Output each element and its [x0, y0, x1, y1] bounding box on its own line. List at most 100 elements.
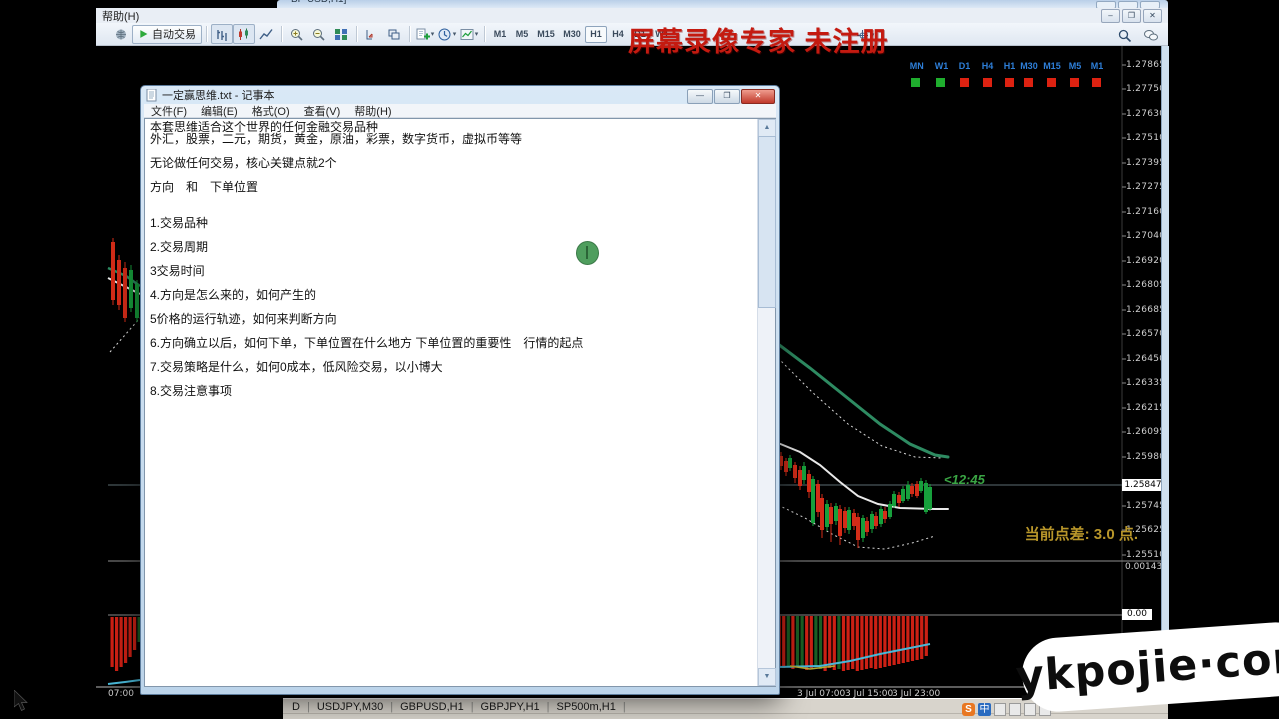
- price-label: 1.26570: [1126, 329, 1165, 339]
- price-label: 1.26095: [1126, 427, 1165, 437]
- chart-tab-usdjpy-m30[interactable]: USDJPY,M30: [310, 701, 390, 713]
- mt4-titlebar[interactable]: BP USD,H1]: [277, 0, 1168, 8]
- price-label: 1.27865: [1126, 60, 1165, 70]
- notepad-window: 一定赢思维.txt - 记事本 — ❐ ✕ 文件(F)编辑(E)格式(O)查看(…: [140, 85, 780, 695]
- line-chart-icon[interactable]: [255, 24, 277, 44]
- tile-windows-icon[interactable]: [330, 24, 352, 44]
- ime-sogou-icon[interactable]: S: [962, 703, 975, 716]
- new-order-icon[interactable]: ▾: [414, 24, 436, 44]
- timeframe-state-dot[interactable]: [1047, 78, 1056, 87]
- toolbar-timeframe-m5[interactable]: M5: [511, 26, 533, 43]
- timeframe-state-dot[interactable]: [1070, 78, 1079, 87]
- price-label: 1.27395: [1126, 158, 1165, 168]
- templates-icon[interactable]: ▾: [458, 24, 480, 44]
- toolbar-timeframe-m15[interactable]: M15: [533, 26, 559, 43]
- timeframe-state-dot[interactable]: [1024, 78, 1033, 87]
- price-label: 1.26450: [1126, 354, 1165, 364]
- restore-window-icon[interactable]: [1118, 1, 1138, 8]
- child-close-icon[interactable]: ✕: [1143, 9, 1162, 23]
- notepad-title-text: 一定赢思维.txt - 记事本: [162, 87, 274, 103]
- ime-language-icon[interactable]: 中: [978, 703, 991, 716]
- mt4-title-text: BP USD,H1]: [291, 0, 346, 5]
- panel-timeframe-d1[interactable]: D1: [959, 61, 971, 71]
- panel-timeframe-h1[interactable]: H1: [1004, 61, 1016, 71]
- scroll-up-icon[interactable]: ▲: [758, 119, 776, 137]
- notepad-menu-item[interactable]: 文件(F): [144, 103, 194, 119]
- ime-tool-icon[interactable]: [1009, 703, 1021, 716]
- ime-tool-icon[interactable]: [994, 703, 1006, 716]
- recorder-watermark: 屏幕录像专家 未注册: [628, 20, 889, 59]
- chat-icon[interactable]: [1140, 25, 1162, 45]
- price-label: 1.25980: [1126, 452, 1165, 462]
- timeframe-state-dot[interactable]: [911, 78, 920, 87]
- notepad-window-controls: — ❐ ✕: [687, 89, 775, 104]
- timeframe-state-dot[interactable]: [1092, 78, 1101, 87]
- timeframe-state-dot[interactable]: [936, 78, 945, 87]
- price-label: 1.27160: [1126, 207, 1165, 217]
- ime-tool-icon[interactable]: [1024, 703, 1036, 716]
- panel-timeframe-m30[interactable]: M30: [1020, 61, 1038, 71]
- minimize-window-icon[interactable]: [1096, 1, 1116, 8]
- play-icon: [138, 28, 149, 40]
- zoom-in-icon[interactable]: [286, 24, 308, 44]
- notepad-minimize-icon[interactable]: —: [687, 89, 713, 104]
- toolbar-timeframe-m1[interactable]: M1: [489, 26, 511, 43]
- child-restore-icon[interactable]: ❐: [1122, 9, 1141, 23]
- notepad-line: 8.交易注意事项: [150, 385, 756, 397]
- notepad-menu-item[interactable]: 格式(O): [245, 103, 297, 119]
- notepad-menu-item[interactable]: 查看(V): [297, 103, 348, 119]
- notepad-menu-item[interactable]: 编辑(E): [194, 103, 245, 119]
- close-window-icon[interactable]: [1140, 1, 1160, 8]
- notepad-line: 4.方向是怎么来的，如何产生的: [150, 289, 756, 301]
- notepad-scrollbar[interactable]: ▲ ▼: [757, 119, 775, 686]
- notepad-text-area[interactable]: 本套思维适合这个世界的任何金融交易品种外汇，股票，二元，期货，黄金，原油，彩票，…: [144, 118, 776, 687]
- notepad-line: [150, 253, 756, 265]
- timeframe-state-dot[interactable]: [1005, 78, 1014, 87]
- recording-cursor-highlight: [576, 241, 599, 265]
- period-clock-icon[interactable]: ▾: [436, 24, 458, 44]
- connection-icon[interactable]: [110, 24, 132, 44]
- arrange-charts-icon[interactable]: [361, 24, 383, 44]
- chart-tab-gbpjpy-h1[interactable]: GBPJPY,H1: [474, 701, 547, 713]
- price-label: 1.25745: [1126, 501, 1165, 511]
- notepad-maximize-icon[interactable]: ❐: [714, 89, 740, 104]
- indicator-zero-tag: 0.00: [1122, 609, 1152, 620]
- notepad-menu-item[interactable]: 帮助(H): [347, 103, 398, 119]
- menu-help[interactable]: 帮助(H): [96, 8, 145, 24]
- price-label: 1.27040: [1126, 231, 1165, 241]
- notepad-line: 7.交易策略是什么，如何0成本，低风险交易，以小博大: [150, 361, 756, 373]
- chart-tab-d[interactable]: D: [285, 701, 307, 713]
- toolbar-timeframe-h4[interactable]: H4: [607, 26, 629, 43]
- toolbar-timeframe-h1[interactable]: H1: [585, 26, 607, 43]
- chart-tab-sp500m-h1[interactable]: SP500m,H1: [550, 701, 623, 713]
- toolbar-timeframe-m30[interactable]: M30: [559, 26, 585, 43]
- panel-timeframe-h4[interactable]: H4: [982, 61, 994, 71]
- price-label: 1.26920: [1126, 256, 1165, 266]
- cascade-charts-icon[interactable]: [383, 24, 405, 44]
- time-label: 07:00: [108, 689, 134, 699]
- panel-timeframe-m5[interactable]: M5: [1069, 61, 1082, 71]
- scroll-down-icon[interactable]: ▼: [758, 668, 776, 686]
- timeframe-state-dot[interactable]: [983, 78, 992, 87]
- auto-trading-button[interactable]: 自动交易: [132, 25, 202, 44]
- candlestick-chart-icon[interactable]: [233, 24, 255, 44]
- scrollbar-thumb[interactable]: [758, 136, 776, 308]
- panel-timeframe-w1[interactable]: W1: [935, 61, 949, 71]
- panel-timeframe-m1[interactable]: M1: [1091, 61, 1104, 71]
- candle-countdown-label: <12:45: [944, 472, 985, 487]
- notepad-titlebar[interactable]: 一定赢思维.txt - 记事本 — ❐ ✕: [141, 86, 779, 104]
- price-label: 1.26215: [1126, 403, 1165, 413]
- chart-tab-gbpusd-h1[interactable]: GBPUSD,H1: [393, 701, 471, 713]
- panel-timeframe-mn[interactable]: MN: [910, 61, 924, 71]
- zoom-out-icon[interactable]: [308, 24, 330, 44]
- price-label: 1.27510: [1126, 133, 1165, 143]
- toolbar-separator: [206, 26, 207, 42]
- search-icon[interactable]: [1114, 25, 1136, 45]
- timeframe-state-dot[interactable]: [960, 78, 969, 87]
- child-minimize-icon[interactable]: –: [1101, 9, 1120, 23]
- toolbar-separator: [409, 26, 410, 42]
- bar-chart-icon[interactable]: [211, 24, 233, 44]
- price-label: 1.27275: [1126, 182, 1165, 192]
- notepad-close-icon[interactable]: ✕: [741, 89, 775, 104]
- panel-timeframe-m15[interactable]: M15: [1043, 61, 1061, 71]
